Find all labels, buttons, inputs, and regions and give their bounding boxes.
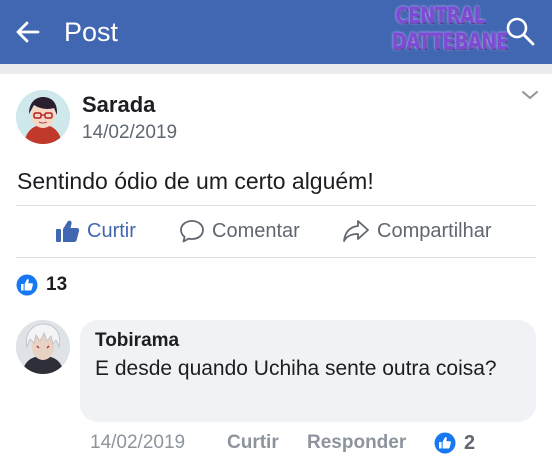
divider xyxy=(16,205,536,206)
share-label: Compartilhar xyxy=(377,219,492,242)
comment-avatar-image xyxy=(16,320,70,374)
like-count: 13 xyxy=(46,274,68,295)
share-button[interactable]: Compartilhar xyxy=(342,215,491,247)
comment-button[interactable]: Comentar xyxy=(179,215,300,247)
comment-author[interactable]: Tobirama xyxy=(95,330,179,352)
avatar-image xyxy=(16,90,70,144)
back-arrow-icon[interactable] xyxy=(12,16,44,48)
post-text: Sentindo ódio de um certo alguém! xyxy=(17,168,374,194)
post-author[interactable]: Sarada xyxy=(82,92,155,118)
comment-date[interactable]: 14/02/2019 xyxy=(90,430,185,456)
comment-avatar[interactable] xyxy=(16,320,70,374)
comment-reaction-count: 2 xyxy=(464,431,476,454)
like-reaction-icon xyxy=(16,274,38,296)
page-title: Post xyxy=(64,17,119,47)
divider xyxy=(16,257,536,258)
comment-reply-button[interactable]: Responder xyxy=(307,430,406,456)
header-separator xyxy=(0,64,552,74)
comment-like-button[interactable]: Curtir xyxy=(227,430,279,456)
comment-label: Comentar xyxy=(212,219,300,242)
like-button[interactable]: Curtir xyxy=(54,215,136,247)
share-icon xyxy=(343,220,369,242)
comment-reaction-summary[interactable]: 2 xyxy=(434,430,475,456)
reaction-summary[interactable]: 13 xyxy=(16,272,67,298)
chevron-down-icon[interactable] xyxy=(519,86,541,104)
like-reaction-icon xyxy=(434,432,456,454)
watermark-line-1: CENTRAL xyxy=(395,4,485,29)
search-icon[interactable] xyxy=(503,14,537,48)
comment-icon xyxy=(180,220,204,243)
watermark-line-2: DATTEBANE xyxy=(391,30,509,55)
post-date[interactable]: 14/02/2019 xyxy=(82,122,177,144)
comment-text: E desde quando Uchiha sente outra coisa? xyxy=(95,357,497,380)
top-bar: Post CENTRAL DATTEBANE xyxy=(0,0,552,64)
watermark-logo: CENTRAL DATTEBANE xyxy=(381,4,509,60)
thumbs-up-icon xyxy=(56,220,80,242)
like-label: Curtir xyxy=(87,219,136,242)
avatar[interactable] xyxy=(16,90,70,144)
